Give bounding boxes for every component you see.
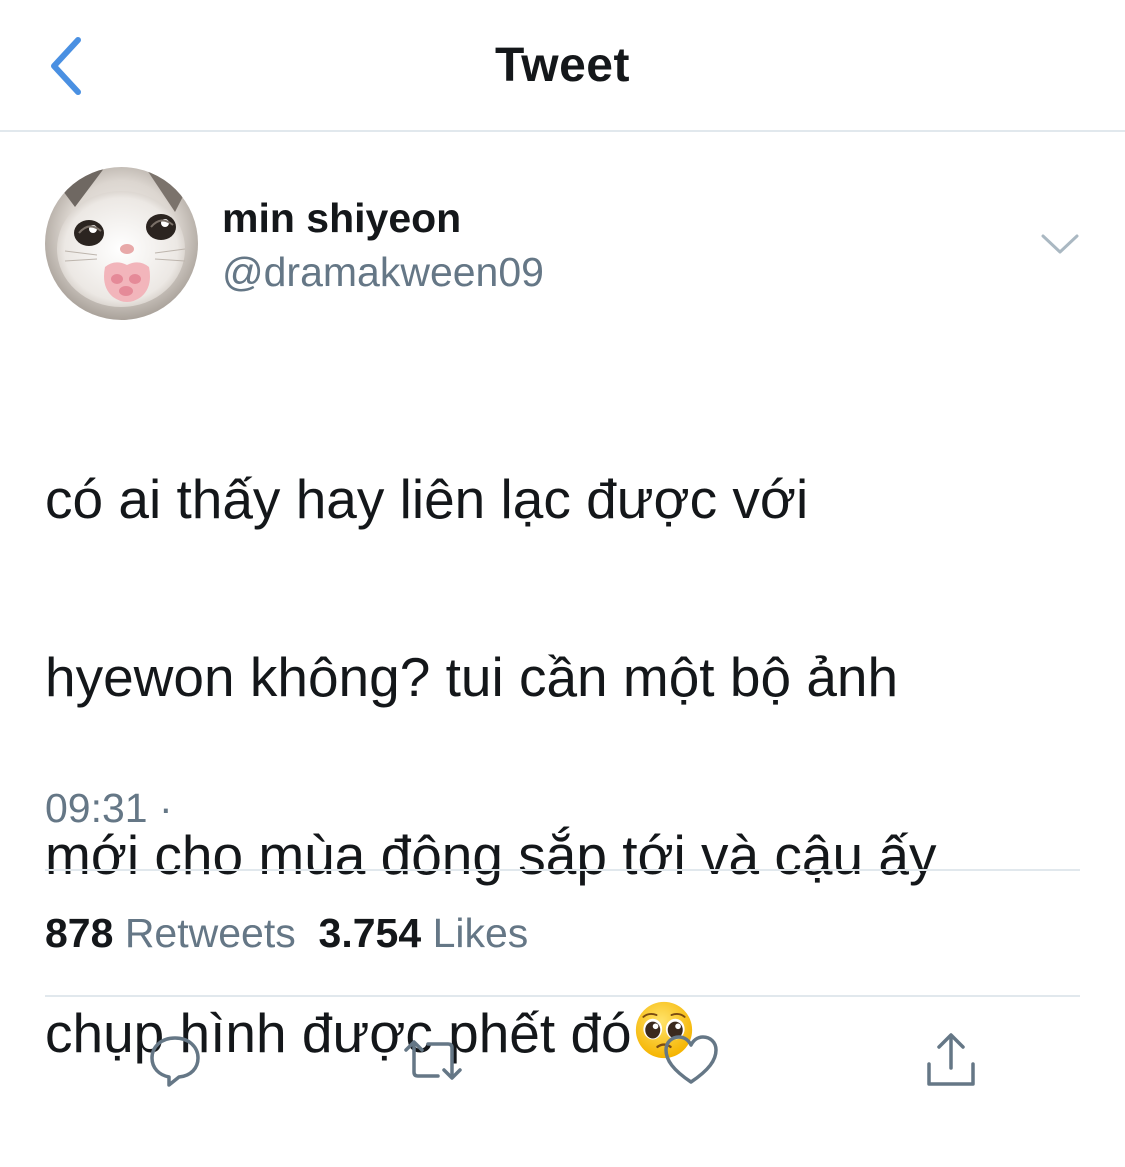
chevron-down-icon xyxy=(1041,234,1079,254)
like-icon xyxy=(664,1035,718,1084)
tweet-stats: 878 Retweets 3.754 Likes xyxy=(45,910,528,957)
retweets-stat[interactable]: 878 Retweets xyxy=(45,910,296,956)
navigation-bar: Tweet xyxy=(0,0,1125,132)
tweet-timestamp[interactable]: 09:31 · xyxy=(45,785,173,832)
author-display-name[interactable]: min shiyeon xyxy=(222,195,461,242)
retweet-icon xyxy=(404,1040,462,1080)
action-bar xyxy=(0,1020,1125,1100)
avatar[interactable] xyxy=(45,167,198,320)
divider xyxy=(45,995,1080,997)
tweet-time: 09:31 xyxy=(45,785,148,831)
likes-count: 3.754 xyxy=(318,910,422,956)
likes-stat[interactable]: 3.754 Likes xyxy=(319,910,529,956)
tweet-header: min shiyeon @dramakween09 xyxy=(45,167,1080,323)
reply-button[interactable] xyxy=(135,1020,215,1100)
reply-icon xyxy=(150,1036,200,1087)
cat-avatar-image xyxy=(45,167,198,320)
share-button[interactable] xyxy=(911,1020,991,1100)
page-title: Tweet xyxy=(495,39,630,92)
tweet-text-line: hyewon không? tui cần một bộ ảnh xyxy=(45,646,899,708)
like-button[interactable] xyxy=(651,1020,731,1100)
tweet-text-line: có ai thấy hay liên lạc được với xyxy=(45,468,809,530)
divider xyxy=(45,869,1080,871)
author-handle[interactable]: @dramakween09 xyxy=(222,249,544,296)
retweets-count: 878 xyxy=(45,910,114,956)
tweet-text-line: mới cho mùa đông sắp tới và cậu ấy xyxy=(45,824,937,886)
retweet-button[interactable] xyxy=(393,1020,473,1100)
share-icon xyxy=(927,1033,975,1086)
retweets-label: Retweets xyxy=(124,910,296,956)
likes-label: Likes xyxy=(432,910,529,956)
meta-separator: · xyxy=(159,785,173,831)
tweet-menu-button[interactable] xyxy=(1035,222,1085,266)
